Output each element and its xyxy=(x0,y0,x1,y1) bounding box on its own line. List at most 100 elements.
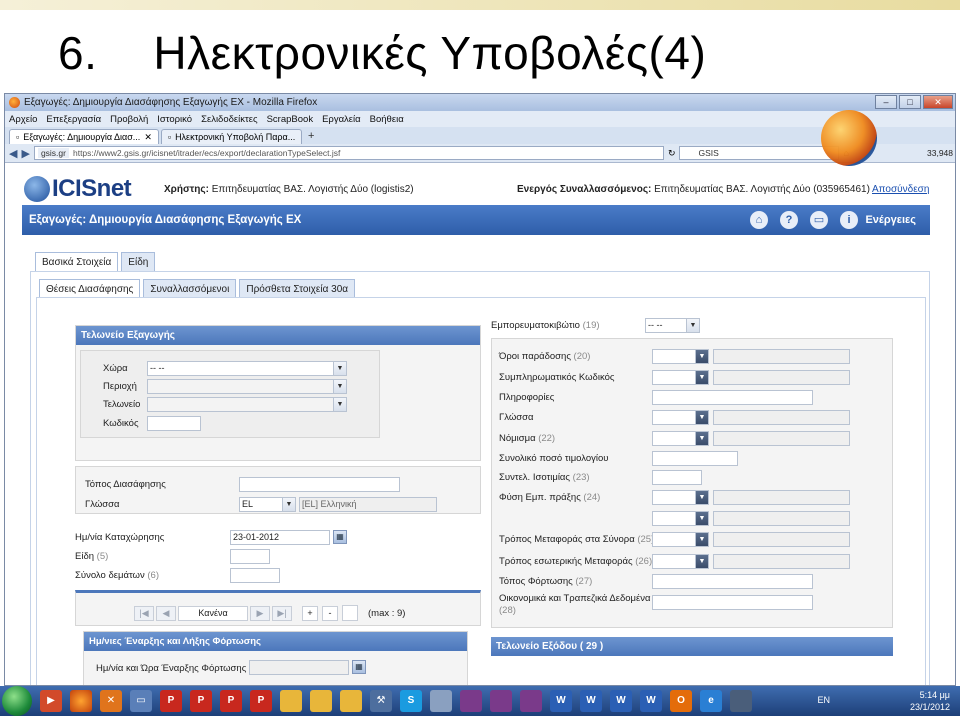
menu-history[interactable]: Ιστορικό xyxy=(157,114,192,125)
help-icon[interactable]: ? xyxy=(780,211,798,229)
border-transport-select[interactable]: ▼ xyxy=(652,532,709,547)
actions-menu[interactable]: Ενέργειες xyxy=(865,214,916,226)
suppl-code-select[interactable]: ▼ xyxy=(652,370,709,385)
prev-page-button[interactable]: ◀ xyxy=(156,606,176,621)
window-app-icon[interactable]: ▭ xyxy=(130,690,152,712)
lang2-select[interactable]: ▼ xyxy=(652,410,709,425)
packages-input[interactable] xyxy=(230,568,280,583)
language-indicator[interactable]: EN xyxy=(817,695,830,705)
word-icon-4[interactable]: W xyxy=(640,690,662,712)
next-page-button[interactable]: ▶ xyxy=(250,606,270,621)
menu-view[interactable]: Προβολή xyxy=(110,114,148,125)
logout-link[interactable]: Αποσύνδεση xyxy=(872,184,929,195)
app-icon-orange[interactable]: ✕ xyxy=(100,690,122,712)
add-button[interactable]: + xyxy=(302,606,318,621)
archive-icon-1[interactable] xyxy=(460,690,482,712)
menu-tools[interactable]: Εργαλεία xyxy=(322,114,361,125)
url-bar[interactable]: gsis.gr https://www2.gsis.gr/icisnet/itr… xyxy=(33,146,664,160)
chevron-down-icon: ▼ xyxy=(695,533,708,546)
info-input[interactable] xyxy=(652,390,813,405)
skype-icon[interactable]: S xyxy=(400,690,422,712)
calendar-icon[interactable]: ▦ xyxy=(333,530,347,544)
internet-explorer-icon[interactable]: e xyxy=(700,690,722,712)
code-input[interactable] xyxy=(147,416,201,431)
tab-basic-info[interactable]: Βασικά Στοιχεία xyxy=(35,252,119,272)
transaction-select-1[interactable]: ▼ xyxy=(652,490,709,505)
currency-select[interactable]: ▼ xyxy=(652,431,709,446)
pager-value[interactable]: Κανένα xyxy=(178,606,248,621)
reg-date-input[interactable]: 23-01-2012 xyxy=(230,530,330,545)
back-arrow-icon[interactable]: ◀ xyxy=(9,147,17,160)
loading-dates-header: Ημ/νιες Έναρξης και Λήξης Φόρτωσης xyxy=(84,632,467,651)
tab-close-icon[interactable]: ✕ xyxy=(144,132,152,143)
region-select[interactable]: ▼ xyxy=(147,379,347,394)
home-icon[interactable]: ⌂ xyxy=(750,211,768,229)
load-start-input[interactable] xyxy=(249,660,349,675)
forward-arrow-icon[interactable]: ▶ xyxy=(21,147,29,160)
items-input[interactable] xyxy=(230,549,270,564)
menu-help[interactable]: Βοήθεια xyxy=(370,114,404,125)
window-titlebar[interactable]: Εξαγωγές: Δημιουργία Διασάφησης Εξαγωγής… xyxy=(5,94,955,111)
pdf-icon-3[interactable]: P xyxy=(220,690,242,712)
remove-button[interactable]: - xyxy=(322,606,338,621)
office-select[interactable]: ▼ xyxy=(147,397,347,412)
country-select[interactable]: -- -- ▼ xyxy=(147,361,347,376)
browser-tab-submission[interactable]: ▫ Ηλεκτρονική Υποβολή Παρα... xyxy=(160,129,303,144)
container-select[interactable]: -- -- ▼ xyxy=(645,318,700,333)
folder-icon-2[interactable] xyxy=(310,690,332,712)
word-icon-1[interactable]: W xyxy=(550,690,572,712)
system-clock[interactable]: 5:14 μμ 23/1/2012 xyxy=(910,689,950,713)
close-button[interactable]: ✕ xyxy=(923,95,953,109)
tab-traders[interactable]: Συναλλασσόμενοι xyxy=(143,279,237,298)
loading-place-input[interactable] xyxy=(652,574,813,589)
menu-bookmarks[interactable]: Σελιδοδείκτες xyxy=(201,114,258,125)
folder-icon-3[interactable] xyxy=(340,690,362,712)
minimize-button[interactable]: – xyxy=(875,95,897,109)
logo-text: ICISnet xyxy=(52,175,132,202)
tab-additional-30a[interactable]: Πρόσθετα Στοιχεία 30α xyxy=(239,279,356,298)
site-identity[interactable]: gsis.gr xyxy=(37,148,69,158)
language-text: [EL] Ελληνική xyxy=(299,497,437,512)
tool-icon[interactable]: ⚒ xyxy=(370,690,392,712)
start-button[interactable] xyxy=(2,686,32,716)
pdf-icon-1[interactable]: P xyxy=(160,690,182,712)
menu-scrapbook[interactable]: ScrapBook xyxy=(267,114,313,125)
word-icon-2[interactable]: W xyxy=(580,690,602,712)
pdf-icon-2[interactable]: P xyxy=(190,690,212,712)
archive-icon-2[interactable] xyxy=(490,690,512,712)
delivery-select[interactable]: ▼ xyxy=(652,349,709,364)
word-icon-3[interactable]: W xyxy=(610,690,632,712)
pdf-icon-4[interactable]: P xyxy=(250,690,272,712)
search-box[interactable]: GSIS xyxy=(679,146,840,160)
last-page-button[interactable]: ▶| xyxy=(272,606,292,621)
browser-tab-exports[interactable]: ▫ Εξαγωγές: Δημιουργία Διασ... ✕ xyxy=(9,129,159,144)
rate-input[interactable] xyxy=(652,470,702,485)
slide-number: 6. xyxy=(58,27,98,79)
inland-transport-select[interactable]: ▼ xyxy=(652,554,709,569)
maximize-button[interactable]: □ xyxy=(899,95,921,109)
transaction-select-2[interactable]: ▼ xyxy=(652,511,709,526)
firefox-taskbar-icon[interactable] xyxy=(70,690,92,712)
archive-icon-3[interactable] xyxy=(520,690,542,712)
tab-items[interactable]: Είδη xyxy=(121,252,156,272)
reload-icon[interactable]: ↻ xyxy=(668,148,676,159)
menu-file[interactable]: Αρχείο xyxy=(9,114,37,125)
office-icon[interactable]: O xyxy=(670,690,692,712)
info-icon[interactable]: i xyxy=(840,211,858,229)
menu-edit[interactable]: Επεξεργασία xyxy=(46,114,101,125)
checkbox[interactable] xyxy=(342,605,358,621)
place-input[interactable] xyxy=(239,477,400,492)
new-tab-button[interactable]: + xyxy=(304,130,318,144)
language-select[interactable]: EL ▼ xyxy=(239,497,296,512)
invoice-total-input[interactable] xyxy=(652,451,738,466)
financial-input[interactable] xyxy=(652,595,813,610)
calendar-icon[interactable]: ▦ xyxy=(352,660,366,674)
document-icon[interactable] xyxy=(430,690,452,712)
window-icon[interactable]: ▭ xyxy=(810,211,828,229)
app-icon-last[interactable] xyxy=(730,690,752,712)
media-player-icon[interactable]: ▶ xyxy=(40,690,62,712)
tab-declaration-positions[interactable]: Θέσεις Διασάφησης xyxy=(39,279,141,298)
first-page-button[interactable]: |◀ xyxy=(134,606,154,621)
folder-icon-1[interactable] xyxy=(280,690,302,712)
clock-time: 5:14 μμ xyxy=(919,690,950,700)
